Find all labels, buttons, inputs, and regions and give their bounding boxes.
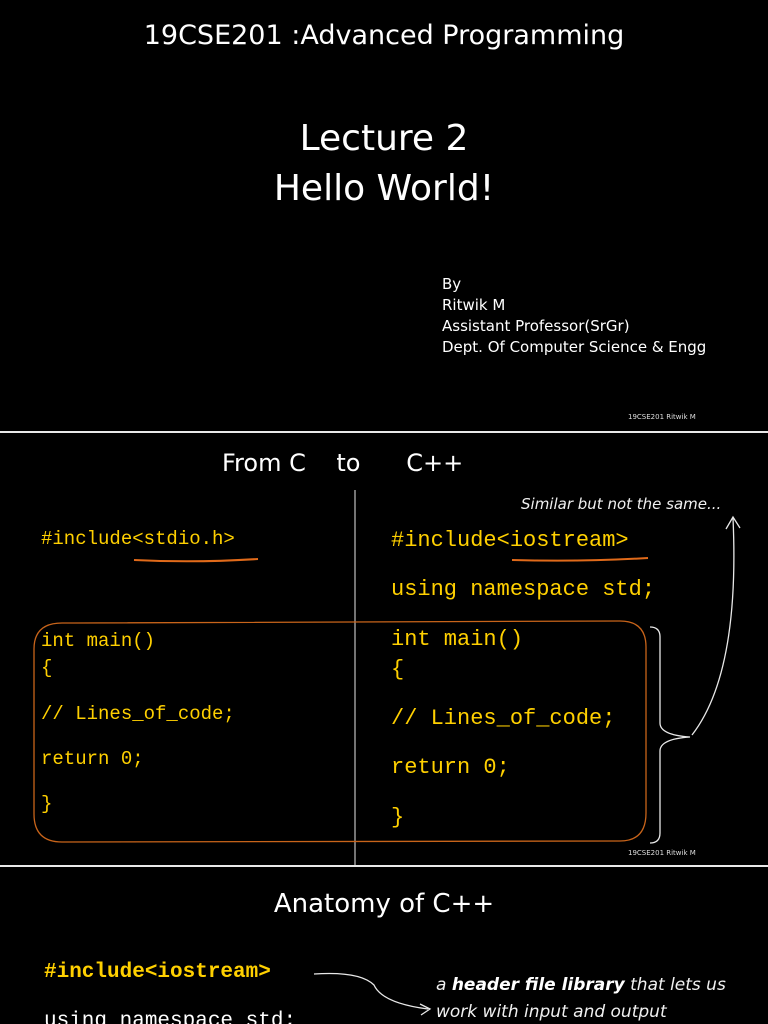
cpp-main: int main(): [391, 627, 524, 652]
c-return: return 0;: [41, 748, 144, 770]
slide-footer: 19CSE201 Ritwik M: [628, 413, 696, 421]
cpp-close-brace: }: [391, 805, 405, 830]
annotation-text: Similar but not the same...: [521, 495, 722, 513]
lecture-topic: Hello World!: [273, 168, 495, 209]
header-note: a header file library that lets us: [436, 975, 726, 995]
author-by: By: [442, 275, 462, 293]
c-main: int main(): [41, 630, 156, 652]
c-close-brace: }: [41, 793, 53, 815]
lecture-number: Lecture 2: [299, 118, 469, 159]
c-comment: // Lines_of_code;: [41, 703, 235, 725]
slide-footer: 19CSE201 Ritwik M: [628, 849, 696, 857]
anatomy-include: #include<iostream>: [44, 961, 271, 984]
c-vs-cpp-slide: From C to C++ Similar but not the same..…: [0, 433, 768, 865]
c-open-brace: {: [41, 657, 53, 679]
underline-iostream: [511, 557, 649, 562]
cpp-comment: // Lines_of_code;: [391, 706, 616, 731]
underline-stdio: [133, 558, 259, 563]
anatomy-namespace: using namespace std;: [44, 1010, 297, 1024]
note-article: a: [436, 975, 447, 995]
author-dept: Dept. Of Computer Science & Engg: [442, 338, 707, 356]
c-include: #include<stdio.h>: [41, 528, 235, 550]
highlight-box: [33, 620, 647, 843]
cpp-namespace: using namespace std;: [391, 577, 656, 602]
note-rest: that lets us: [630, 975, 726, 995]
slide-title: From C to C++: [222, 449, 464, 477]
author-block: By Ritwik M Assistant Professor(SrGr) De…: [442, 274, 706, 358]
slide-title: Anatomy of C++: [273, 889, 495, 919]
annotation-arrow: [313, 972, 429, 1010]
author-name: Ritwik M: [442, 296, 506, 314]
anatomy-slide: Anatomy of C++ #include<iostream> using …: [0, 867, 768, 1024]
note-highlight: header file library: [451, 975, 625, 995]
cpp-include: #include<iostream>: [391, 528, 629, 553]
curly-brace: [649, 626, 691, 844]
header-note-line2: work with input and output: [436, 1002, 667, 1022]
arrowhead-icon: [419, 1003, 432, 1016]
author-position: Assistant Professor(SrGr): [442, 317, 630, 335]
cpp-return: return 0;: [391, 755, 510, 780]
cpp-open-brace: {: [391, 657, 405, 682]
course-title: 19CSE201 :Advanced Programming: [143, 20, 625, 51]
title-slide: 19CSE201 :Advanced Programming Lecture 2…: [0, 0, 768, 431]
annotation-arrow: [691, 517, 735, 736]
